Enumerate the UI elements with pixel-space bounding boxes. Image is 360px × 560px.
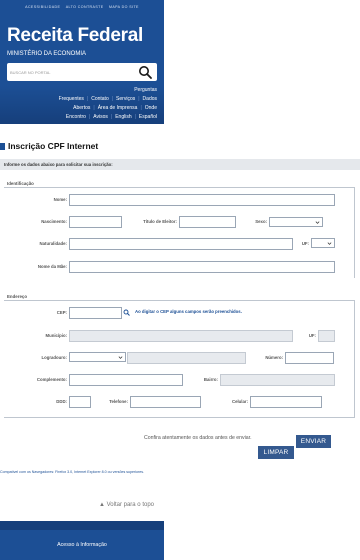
- nav-faq-line2[interactable]: Frequentes: [59, 96, 84, 102]
- nav-services[interactable]: Serviços: [116, 96, 135, 102]
- bairro-label: Bairro:: [203, 377, 218, 382]
- municipio-input[interactable]: [69, 330, 293, 342]
- nome-mae-label: Nome da Mãe:: [37, 264, 67, 269]
- numero-input[interactable]: [285, 352, 334, 364]
- nav-notices[interactable]: Avisos: [93, 114, 108, 120]
- cep-input[interactable]: [69, 307, 122, 319]
- fieldset-border-top: [4, 187, 355, 188]
- fieldset-border-right: [354, 300, 355, 418]
- telefone-input[interactable]: [130, 396, 201, 408]
- search-box: [7, 63, 157, 81]
- nome-mae-input[interactable]: [69, 261, 335, 273]
- nav-contact[interactable]: Contato: [91, 96, 109, 102]
- site-header: ACESSIBILIDADE ALTO CONTRASTE MAPA DO SI…: [0, 0, 164, 124]
- footer-strip: [0, 521, 164, 530]
- confirm-text: Confira atentamente os dados antes de en…: [144, 435, 252, 441]
- clear-button[interactable]: LIMPAR: [258, 446, 294, 459]
- cep-hint: Ao digitar o CEP alguns campos serão pre…: [135, 309, 242, 314]
- browser-compat-note: Compatível com os Navegadores: Firefox 3…: [0, 470, 145, 474]
- nav-where[interactable]: Onde: [145, 105, 157, 111]
- nav-press[interactable]: Área de Imprensa: [98, 105, 138, 111]
- page-title-row: Inscrição CPF Internet: [0, 141, 98, 151]
- celular-input[interactable]: [250, 396, 322, 408]
- search-input[interactable]: [10, 68, 120, 76]
- chevron-down-icon: [118, 356, 123, 359]
- cep-label: CEP:: [56, 310, 67, 315]
- nascimento-input[interactable]: [69, 216, 122, 228]
- nav-faq-line1[interactable]: Perguntas: [134, 87, 157, 93]
- page-title: Inscrição CPF Internet: [8, 141, 99, 151]
- back-to-top-link[interactable]: ▲ Voltar para o topo: [99, 502, 154, 508]
- complemento-input[interactable]: [69, 374, 183, 386]
- endereco-legend: Endereço: [7, 294, 30, 299]
- utility-links: ACESSIBILIDADE ALTO CONTRASTE MAPA DO SI…: [0, 5, 164, 9]
- nascimento-label: Nascimento:: [41, 219, 67, 224]
- high-contrast-link[interactable]: ALTO CONTRASTE: [66, 5, 104, 9]
- ddd-label: DDD:: [56, 399, 67, 404]
- logradouro-type-select[interactable]: [69, 352, 126, 362]
- endereco-uf-label: UF:: [308, 333, 316, 338]
- numero-label: Número:: [265, 355, 283, 360]
- nome-input[interactable]: [69, 194, 335, 206]
- naturalidade-uf-label: UF:: [301, 241, 309, 246]
- nav-data[interactable]: Dados: [143, 96, 157, 102]
- access-info-link[interactable]: Acesso à Informação: [0, 542, 164, 548]
- search-icon: [139, 66, 152, 79]
- titulo-eleitor-input[interactable]: [179, 216, 236, 228]
- cep-search-icon[interactable]: [123, 309, 130, 316]
- fieldset-border-bottom: [4, 417, 355, 418]
- title-marker: [0, 142, 5, 150]
- send-button[interactable]: ENVIAR: [296, 435, 331, 448]
- endereco-uf-input[interactable]: [318, 330, 335, 342]
- ddd-input[interactable]: [69, 396, 91, 408]
- site-footer: Acesso à Informação: [0, 521, 164, 560]
- arrow-up-icon: ▲: [99, 502, 105, 508]
- identificacao-legend: Identificação: [7, 181, 36, 186]
- fieldset-border-right: [354, 187, 355, 278]
- titulo-eleitor-label: Título de Eleitor:: [143, 219, 177, 224]
- nav-english[interactable]: English: [115, 114, 131, 120]
- naturalidade-input[interactable]: [69, 238, 293, 250]
- search-button[interactable]: [138, 65, 152, 79]
- site-brand[interactable]: Receita Federal: [7, 25, 143, 47]
- sexo-label: Sexo:: [255, 219, 267, 224]
- chevron-down-icon: [327, 242, 332, 245]
- naturalidade-label: Naturalidade:: [39, 241, 67, 246]
- complemento-label: Complemento:: [36, 377, 67, 382]
- nav-espanol[interactable]: Español: [139, 114, 157, 120]
- nav-open[interactable]: Abertos: [73, 105, 90, 111]
- logradouro-label: Logradouro:: [41, 355, 67, 360]
- sexo-select[interactable]: [269, 217, 323, 227]
- telefone-label: Telefone:: [109, 399, 128, 404]
- site-map-link[interactable]: MAPA DO SITE: [109, 5, 139, 9]
- form-intro: Informe os dados abaixo para solicitar s…: [0, 159, 360, 170]
- nav-meeting[interactable]: Encontro: [66, 114, 86, 120]
- back-to-top-label: Voltar para o topo: [106, 502, 154, 508]
- nome-label: Nome:: [53, 197, 67, 202]
- main-nav: Perguntas Frequentes | Contato | Serviços | Da…: [0, 86, 164, 124]
- celular-label: Celular:: [232, 399, 248, 404]
- bairro-input[interactable]: [220, 374, 335, 386]
- chevron-down-icon: [315, 221, 320, 224]
- naturalidade-uf-select[interactable]: [311, 238, 335, 248]
- accessibility-link[interactable]: ACESSIBILIDADE: [25, 5, 60, 9]
- logradouro-input[interactable]: [127, 352, 246, 364]
- ministry-name: MINISTÉRIO DA ECONOMIA: [7, 51, 87, 57]
- municipio-label: Município:: [45, 333, 67, 338]
- fieldset-border-top: [4, 300, 355, 301]
